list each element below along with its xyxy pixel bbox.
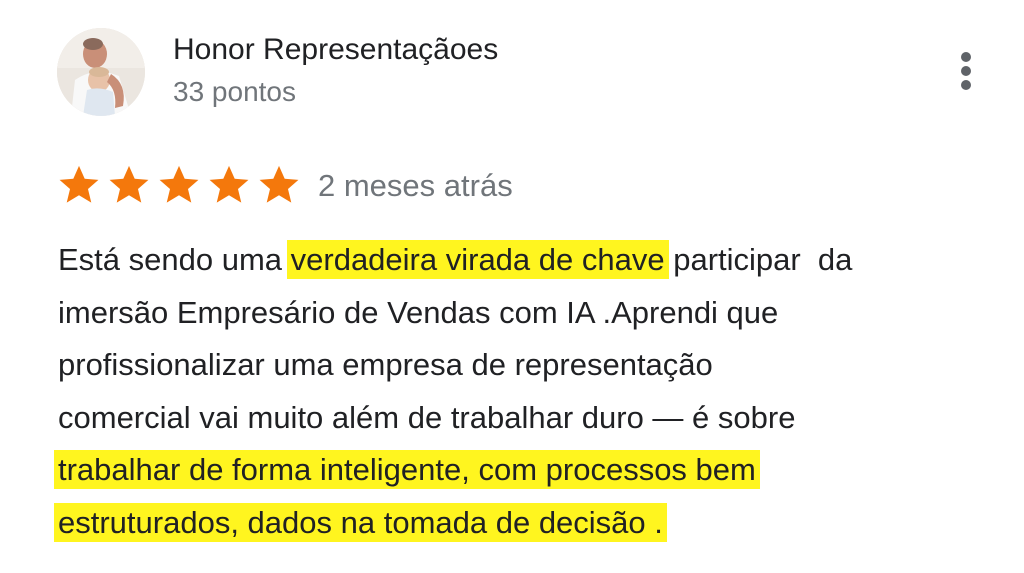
avatar-photo-icon [57,28,145,116]
review-text-line: imersão Empresário de Vendas com IA .Apr… [58,294,779,330]
review-text-line: Está sendo uma verdadeira virada de chav… [58,234,998,287]
review-date: 2 meses atrás [318,168,513,203]
review-text-highlight: estruturados, dados na tomada de decisão… [54,502,667,542]
star-icon [107,163,151,207]
review-text-line: profissionalizar uma empresa de represen… [58,347,713,382]
review-text-highlight: trabalhar de forma inteligente, com proc… [54,450,760,489]
author-avatar[interactable] [57,28,145,116]
review-text-segment: participar da [664,242,853,277]
author-points: 33 pontos [173,76,296,107]
more-options-button[interactable] [946,46,986,96]
review-text: Está sendo uma verdadeira virada de chav… [54,234,998,550]
star-rating [57,160,307,210]
review-text-line: comercial vai muito além de trabalhar du… [58,399,796,435]
review-text-line: estruturados, dados na tomada de decisão… [54,497,998,550]
star-icon [157,163,201,207]
review-text-segment: Está sendo uma [58,242,291,277]
star-icon [207,163,251,207]
author-name[interactable]: Honor Representaçãoes [173,30,498,70]
star-icon [257,163,301,207]
review-text-line: trabalhar de forma inteligente, com proc… [54,444,998,497]
star-icon [57,163,101,207]
review-card: Honor Representaçãoes 33 pontos 2 meses … [0,0,1024,573]
review-text-highlight: verdadeira virada de chave [286,240,669,279]
